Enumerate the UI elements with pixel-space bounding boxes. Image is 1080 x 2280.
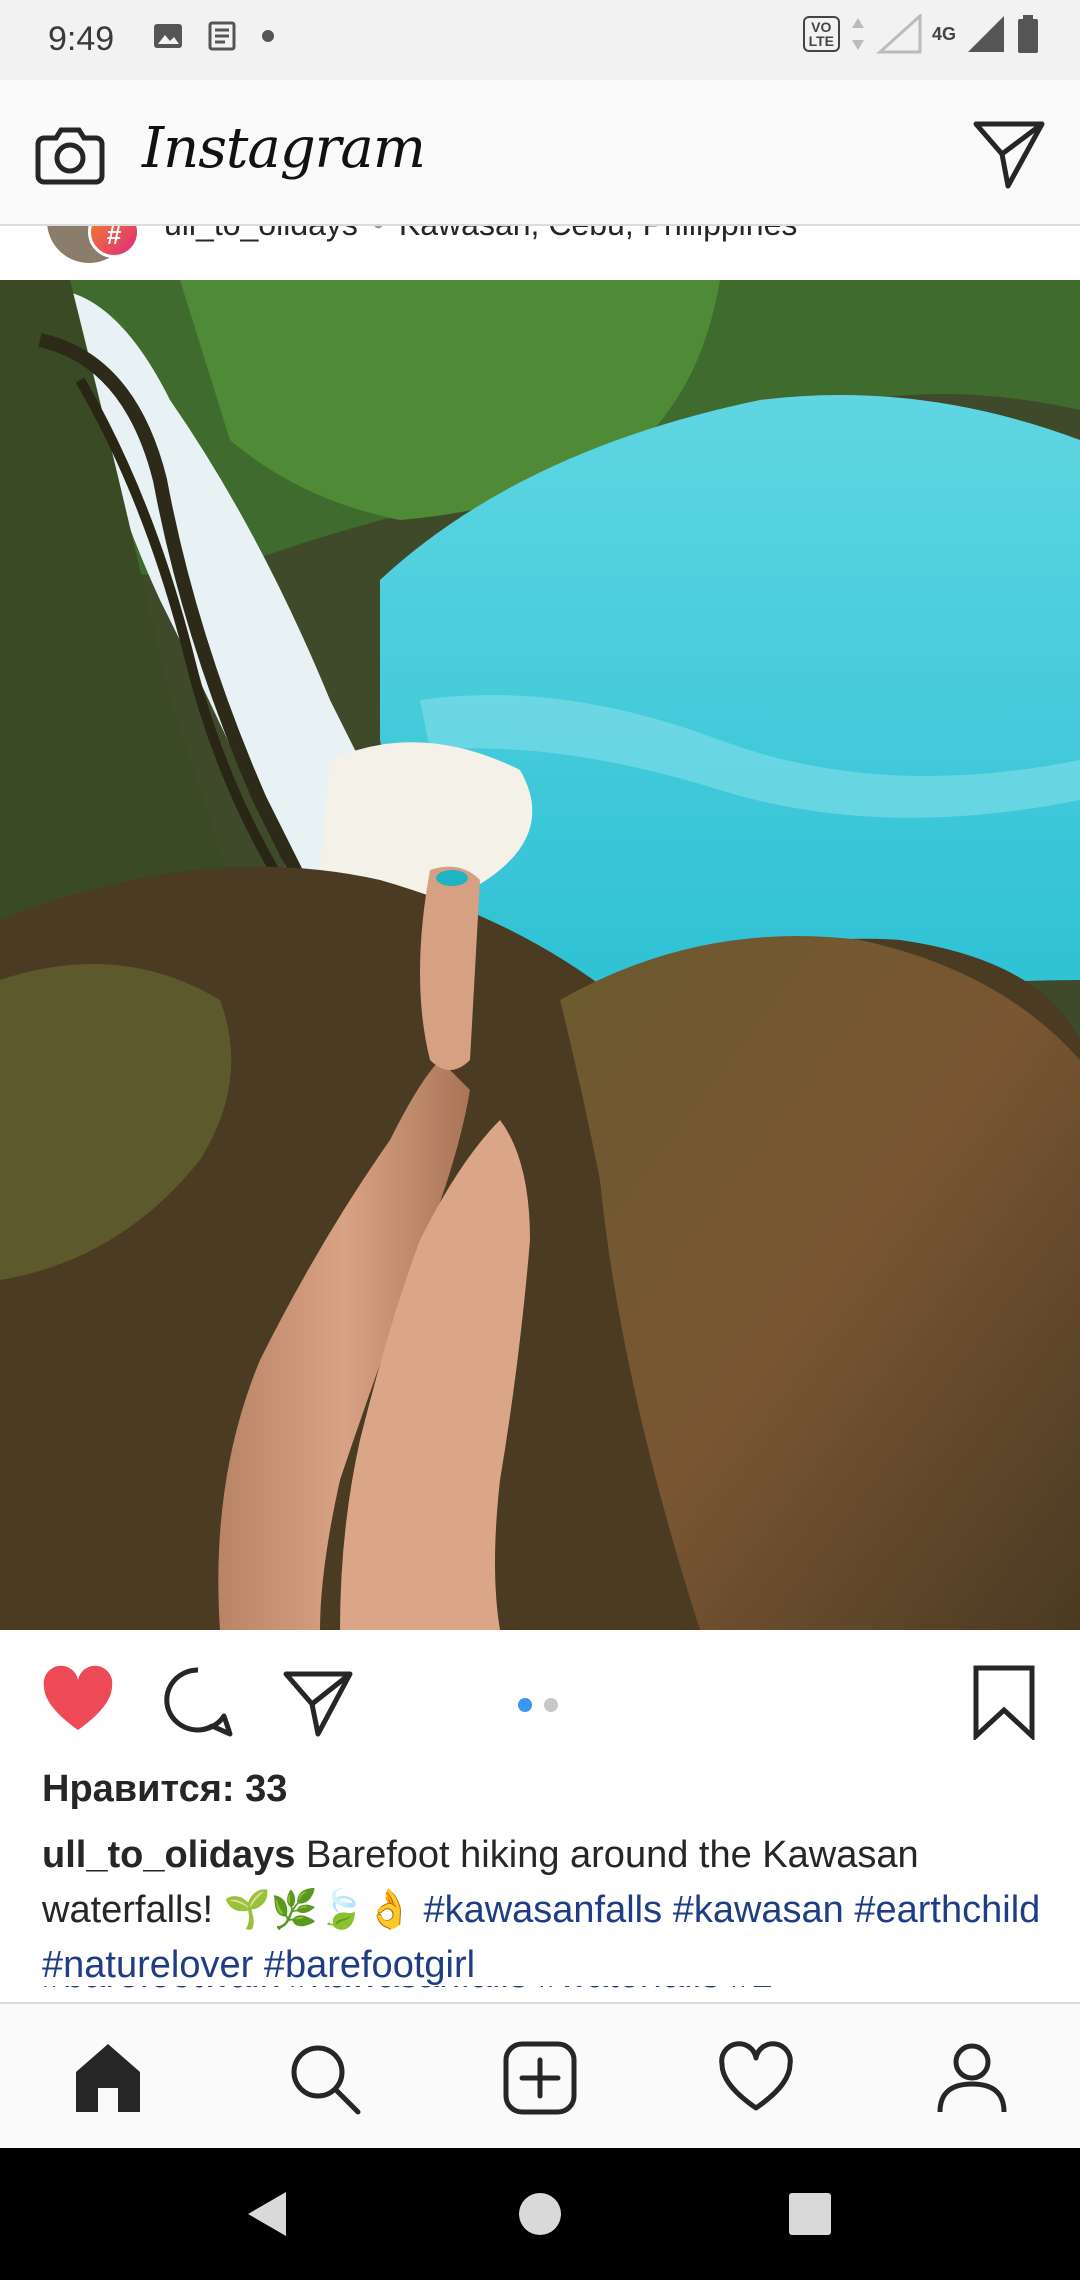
battery-icon — [1018, 15, 1038, 53]
status-system-icons: VO LTE 4G — [802, 14, 1040, 54]
likes-count[interactable]: Нравится: 33 — [42, 1768, 287, 1811]
new-post-icon[interactable] — [502, 2040, 578, 2116]
hashtag-link[interactable]: #barefootgirl — [264, 1944, 475, 1986]
activity-icon[interactable] — [718, 2040, 794, 2116]
dot-icon — [262, 30, 274, 42]
home-button-icon[interactable] — [516, 2188, 564, 2240]
system-nav-bar — [0, 2148, 1080, 2280]
volte-badge: VO LTE — [802, 16, 840, 52]
image-icon — [154, 24, 182, 48]
carousel-dot-active — [518, 1698, 532, 1712]
post-image[interactable] — [0, 280, 1080, 1630]
hashtag-link[interactable]: #kawasan — [673, 1889, 844, 1931]
search-icon[interactable] — [286, 2040, 362, 2116]
home-icon[interactable] — [70, 2040, 146, 2116]
status-bar: 9:49 VO LTE 4G — [0, 0, 1080, 80]
recents-icon[interactable] — [786, 2188, 834, 2240]
caption-username[interactable]: ull_to_olidays — [42, 1834, 295, 1876]
camera-icon[interactable] — [34, 118, 106, 190]
app-header: Instagram — [0, 80, 1080, 226]
comment-icon[interactable] — [160, 1664, 236, 1740]
network-type: 4G — [931, 23, 956, 44]
post-caption: ull_to_olidays Barefoot hiking around th… — [42, 1828, 1042, 1993]
carousel-dot — [544, 1698, 558, 1712]
back-icon[interactable] — [244, 2188, 290, 2240]
carousel-indicator — [518, 1698, 558, 1712]
hashtag-overflow-text[interactable]: #barefootwalk #kawasanfalls #waterfalls … — [42, 1986, 773, 2003]
like-icon[interactable] — [40, 1664, 116, 1740]
signal-icon — [876, 14, 922, 54]
instagram-logo: Instagram — [142, 116, 426, 181]
save-bookmark-icon[interactable] — [966, 1664, 1042, 1740]
hashtag-link[interactable]: #naturelover — [42, 1944, 253, 1986]
bottom-nav — [0, 2002, 1080, 2148]
signal-strong-icon — [968, 16, 1004, 52]
status-time: 9:49 — [48, 20, 115, 58]
status-notification-icons — [152, 20, 276, 52]
news-icon — [208, 21, 236, 51]
share-icon[interactable] — [280, 1664, 356, 1740]
profile-icon[interactable] — [934, 2040, 1010, 2116]
data-arrows-icon — [851, 18, 864, 50]
post-actions — [0, 1630, 1080, 1760]
hashtag-link[interactable]: #kawasanfalls — [423, 1889, 662, 1931]
direct-message-icon[interactable] — [972, 116, 1046, 190]
hashtag-link[interactable]: #earthchild — [854, 1889, 1040, 1931]
